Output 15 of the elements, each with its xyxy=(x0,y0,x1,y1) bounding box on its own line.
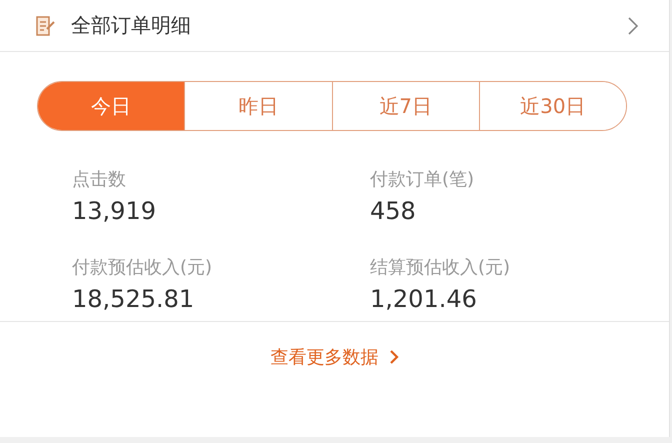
stat-label: 点击数 xyxy=(72,168,127,191)
section-title: 全部订单明细 xyxy=(71,12,192,39)
period-tab[interactable]: 今日 xyxy=(38,82,184,130)
stat-value: 1,201.46 xyxy=(370,285,478,313)
chevron-right-icon[interactable] xyxy=(627,16,639,36)
chevron-right-icon xyxy=(388,349,398,365)
stat-value: 13,919 xyxy=(72,197,157,225)
stat-label: 付款订单(笔) xyxy=(370,168,476,191)
more-data-link[interactable]: 查看更多数据 xyxy=(270,345,398,369)
period-tab[interactable]: 近30日 xyxy=(478,82,626,130)
stat-label: 付款预估收入(元) xyxy=(72,256,214,279)
document-icon xyxy=(35,14,57,38)
stat-value: 458 xyxy=(370,197,417,225)
stat-value: 18,525.81 xyxy=(72,285,196,313)
stat-label: 结算预估收入(元) xyxy=(370,256,512,279)
